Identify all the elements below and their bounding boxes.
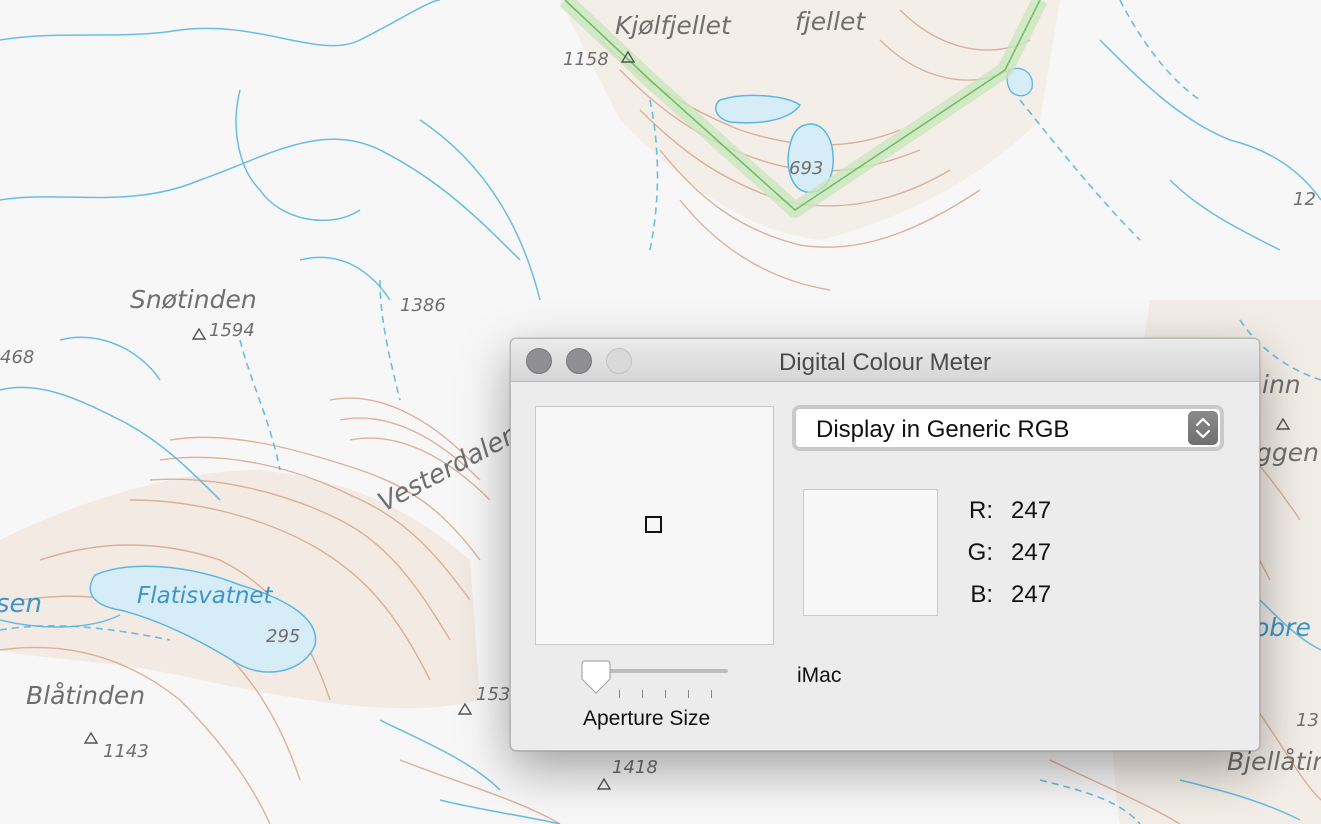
map-label-1386: 1386 [400, 295, 446, 316]
aperture-size-label: Aperture Size [583, 707, 711, 730]
blue-label: B: [970, 581, 993, 608]
map-label-12: 12 [1293, 189, 1316, 210]
red-label: R: [969, 497, 993, 524]
map-label-bjellatind: Bjellåtin [1227, 747, 1321, 776]
map-label-blatinden: Blåtinden [26, 681, 145, 710]
window-titlebar[interactable]: Digital Colour Meter [511, 339, 1259, 382]
digital-colour-meter-window: Digital Colour Meter Display in Generic … [510, 338, 1260, 751]
map-label-693: 693 [789, 158, 823, 179]
map-label-sen: sen [0, 589, 42, 619]
map-label-1594: 1594 [209, 320, 255, 341]
green-value: 247 [1011, 539, 1052, 566]
window-title: Digital Colour Meter [778, 349, 992, 376]
blue-value: 247 [1011, 581, 1052, 608]
red-value: 247 [1011, 497, 1052, 524]
map-label-obre: obre [1254, 613, 1311, 642]
display-mode-value: Display in Generic RGB [816, 416, 1070, 443]
map-label-inn: inn [1262, 370, 1301, 399]
green-label: G: [967, 539, 993, 566]
color-swatch [803, 489, 938, 616]
aperture-square-icon [645, 516, 662, 533]
map-label-13: 13 [1296, 710, 1319, 731]
popup-chevrons-icon [1188, 411, 1218, 445]
map-label-flatisvatnet: Flatisvatnet [137, 583, 274, 609]
map-label-295: 295 [266, 626, 300, 647]
aperture-slider-thumb[interactable] [579, 659, 613, 697]
map-label-kjolfjellet: Kjølfjellet [615, 11, 732, 40]
map-label-468: 468 [0, 347, 34, 368]
display-mode-popup[interactable]: Display in Generic RGB [792, 405, 1224, 451]
magnifier-preview [535, 406, 774, 645]
map-label-1418: 1418 [612, 757, 658, 778]
map-label-fjellet: fjellet [795, 7, 866, 36]
map-label-1158: 1158 [563, 49, 609, 70]
map-label-153: 153 [476, 684, 510, 705]
map-label-ggen: ggen [1256, 438, 1319, 467]
display-name-label: iMac [797, 664, 842, 687]
map-label-1143: 1143 [103, 741, 149, 762]
map-label-snotinden: Snøtinden [130, 285, 257, 314]
